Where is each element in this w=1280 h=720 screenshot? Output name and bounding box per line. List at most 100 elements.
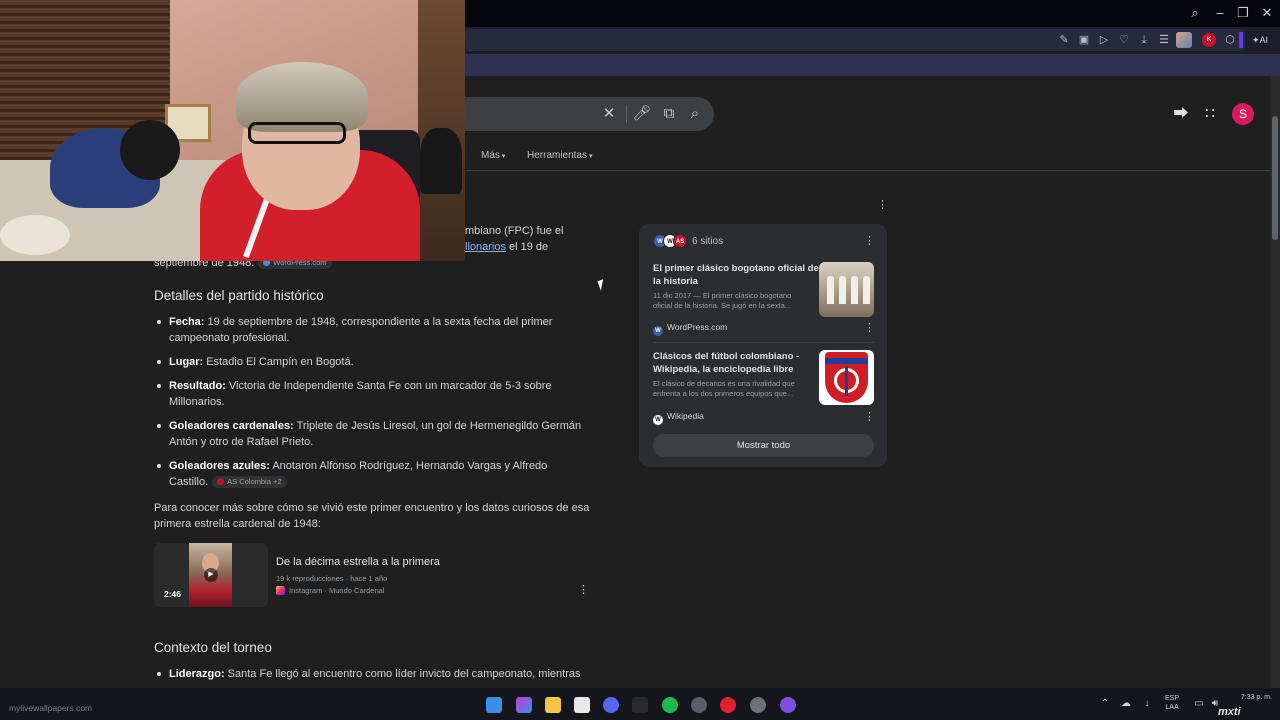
opera-icon[interactable] xyxy=(720,697,736,713)
source-more-icon[interactable]: ⋮ xyxy=(864,412,875,423)
profile-avatar[interactable] xyxy=(1176,32,1192,48)
section-title-2: Contexto del torneo xyxy=(154,640,272,655)
epic-games-icon[interactable] xyxy=(632,697,648,713)
bullet-dot xyxy=(157,320,161,324)
sources-divider xyxy=(653,342,874,343)
file-explorer-icon[interactable] xyxy=(545,697,561,713)
download-icon[interactable]: ⤓ xyxy=(1136,31,1152,49)
list-item: Liderazgo: Santa Fe llegó al encuentro c… xyxy=(169,666,581,682)
close-window-icon[interactable]: ✕ xyxy=(1258,4,1276,22)
copilot-icon[interactable] xyxy=(516,697,532,713)
bullet-text-cont: campeonato profesional. xyxy=(169,332,290,344)
lang-bottom: LAA xyxy=(1165,704,1179,711)
extension-icon[interactable]: K xyxy=(1202,33,1216,47)
crest-bar xyxy=(845,366,848,396)
source-site[interactable]: W WordPress.com xyxy=(653,322,727,336)
sources-count[interactable]: 6 sitios xyxy=(692,236,723,247)
bullet-text-cont: Castillo. AS Colombia +2 xyxy=(169,474,287,490)
discord-icon[interactable] xyxy=(603,697,619,713)
mic-icon[interactable]: 🎤︎ xyxy=(632,104,652,124)
ai-label: AI xyxy=(1259,35,1269,45)
source-title[interactable]: Clásicos del fútbol colombiano - xyxy=(653,350,799,363)
screen: { "browser": { "ai_label": "AI", "ext_ba… xyxy=(0,0,1280,720)
steam-icon[interactable] xyxy=(691,697,707,713)
source-site[interactable]: W Wikipedia xyxy=(653,411,704,425)
list-item: Goleadores cardenales: Triplete de Jesús… xyxy=(169,418,581,434)
webcam-overlay xyxy=(0,0,465,261)
filter-more[interactable]: Más ▾ xyxy=(481,150,505,161)
search-icon[interactable]: ⌕ xyxy=(685,104,705,124)
photo-figure xyxy=(851,276,858,304)
source-title[interactable]: El primer clásico bogotano oficial de xyxy=(653,262,819,275)
lang-top: ESP xyxy=(1165,695,1180,702)
source-thumbnail[interactable] xyxy=(819,350,874,405)
video-source: Instagram · Mundo Cardenal xyxy=(276,586,384,595)
video-title[interactable]: De la décima estrella a la primera xyxy=(276,556,440,568)
chevron-up-icon[interactable]: ⌃ xyxy=(1098,698,1112,709)
list-item: Resultado: Victoria de Independiente San… xyxy=(169,378,552,394)
app-icon[interactable] xyxy=(780,697,796,713)
bullet-text: Anotaron Alfonso Rodríguez, Hernando Var… xyxy=(269,460,548,472)
cam-person-glasses xyxy=(248,122,346,144)
restore-icon[interactable]: ❐ xyxy=(1234,4,1252,22)
more-options-icon[interactable]: ⋮ xyxy=(877,200,888,211)
bullet-label: Goleadores cardenales: xyxy=(169,420,294,432)
cam-plate xyxy=(0,215,70,255)
filter-more-label: Más xyxy=(481,150,500,161)
source-logos: W W AS xyxy=(653,234,689,248)
obs-icon[interactable] xyxy=(750,697,766,713)
close-icon[interactable]: ✕ xyxy=(599,104,619,124)
source-more-icon[interactable]: ⋮ xyxy=(864,323,875,334)
source-thumbnail[interactable] xyxy=(819,262,874,317)
search-tabs-icon[interactable]: ⌕ xyxy=(1186,4,1204,22)
millonarios-link[interactable]: llonarios xyxy=(465,241,506,253)
search-divider xyxy=(626,105,627,123)
list-item: Goleadores azules: Anotaron Alfonso Rodr… xyxy=(169,458,547,474)
share-icon[interactable]: ⮕ xyxy=(1171,104,1191,124)
minimize-icon[interactable]: – xyxy=(1211,4,1229,22)
lens-icon[interactable]: ⧉ xyxy=(659,104,679,124)
scrollbar-thumb[interactable] xyxy=(1272,116,1278,240)
apps-grid-icon[interactable]: ∷ xyxy=(1200,104,1220,124)
menu-icon[interactable]: ☰ xyxy=(1156,31,1172,49)
user-avatar[interactable]: S xyxy=(1232,103,1254,125)
windows-start-icon[interactable] xyxy=(486,697,502,713)
cloud-icon[interactable]: ☁ xyxy=(1119,698,1133,709)
camera-icon[interactable]: ▣ xyxy=(1076,31,1092,49)
store-icon[interactable] xyxy=(574,697,590,713)
bullet-text: Triplete de Jesús Liresol, un gol de Her… xyxy=(293,420,582,432)
sidebar-indicator xyxy=(1239,32,1243,48)
bullet-label: Lugar: xyxy=(169,356,204,368)
ai-button[interactable]: ✦AI xyxy=(1252,31,1276,49)
bullet-label: Resultado: xyxy=(169,380,226,392)
follow-up-line1: Para conocer más sobre cómo se vivió est… xyxy=(154,502,590,514)
cam-helmet-dark xyxy=(120,120,180,180)
list-item: Fecha: 19 de septiembre de 1948, corresp… xyxy=(169,314,552,330)
bullet-label: Goleadores azules: xyxy=(169,460,270,472)
video-meta: 19 k reproducciones · hace 1 año xyxy=(276,574,388,583)
instagram-icon xyxy=(276,586,285,595)
play-icon[interactable]: ▷ xyxy=(1096,31,1112,49)
photo-figure xyxy=(839,276,846,304)
wordpress-icon: W xyxy=(653,326,663,336)
network-icon[interactable]: ▭ xyxy=(1192,698,1206,709)
as-logo-icon: AS xyxy=(673,234,687,248)
source-chip[interactable]: AS Colombia +2 xyxy=(212,476,287,489)
show-all-button[interactable]: Mostrar todo xyxy=(653,434,874,457)
video-thumbnail[interactable]: ▶ 2:46 xyxy=(154,543,268,607)
filter-tools[interactable]: Herramientas ▾ xyxy=(527,150,593,161)
source-title-cont[interactable]: la historia xyxy=(653,275,698,288)
answer-intro-line2-rest: el 19 de xyxy=(505,241,549,253)
cube-icon[interactable]: ⬡ xyxy=(1222,31,1238,49)
mic-tray-icon[interactable]: ↓ xyxy=(1140,698,1154,709)
sources-more-icon[interactable]: ⋮ xyxy=(864,236,875,247)
bullet-text: Victoria de Independiente Santa Fe con u… xyxy=(225,380,552,392)
source-title-cont[interactable]: Wikipedia, la enciclopedia libre xyxy=(653,363,793,376)
clock[interactable]: 7:33 p. m. xyxy=(1228,693,1272,702)
language-indicator[interactable]: ESP LAA xyxy=(1165,694,1179,712)
heart-icon[interactable]: ♡ xyxy=(1116,31,1132,49)
video-more-icon[interactable]: ⋮ xyxy=(578,585,589,596)
spotify-icon[interactable] xyxy=(662,697,678,713)
edit-icon[interactable]: ✎ xyxy=(1056,31,1072,49)
answer-intro-line2: llonarios el 19 de xyxy=(465,239,548,255)
